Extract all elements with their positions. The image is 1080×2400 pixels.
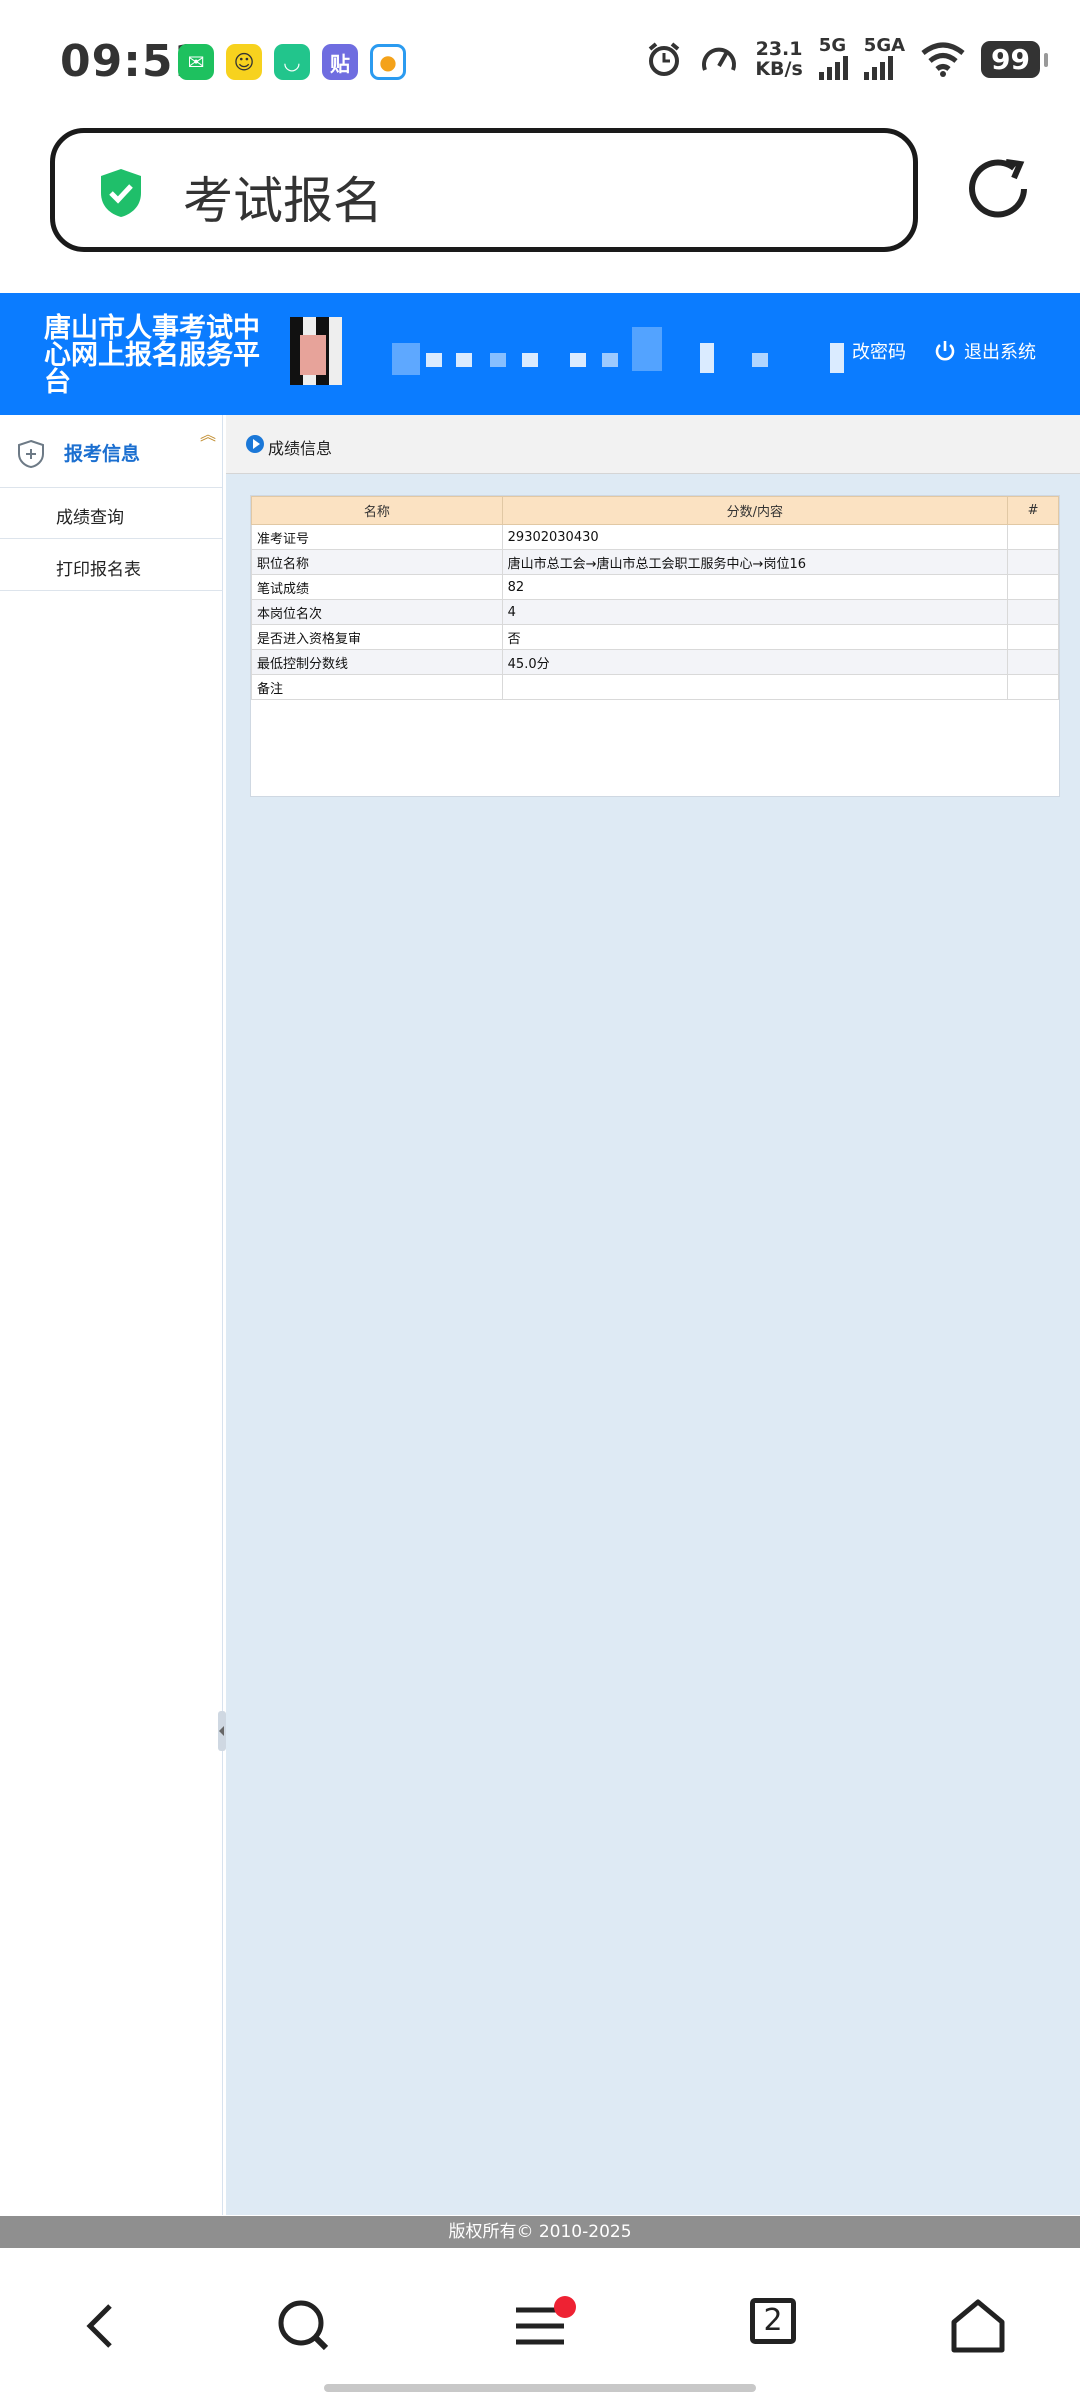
change-password-link[interactable]: 改密码 (852, 338, 906, 364)
search-icon[interactable] (272, 2294, 336, 2358)
row-extra (1007, 624, 1059, 650)
notification-dot (554, 2296, 576, 2318)
reload-icon[interactable] (964, 154, 1034, 224)
score-table-panel: 名称 分数/内容 # 准考证号 29302030430 职位名称 唐山市总工会→唐山… (250, 495, 1060, 797)
home-icon[interactable] (946, 2294, 1010, 2358)
collapse-up-icon[interactable]: ︽ (200, 421, 216, 445)
column-header[interactable]: 名称 (251, 496, 503, 525)
sim1-label: 5G (818, 35, 847, 56)
row-name: 职位名称 (251, 549, 503, 575)
site-header: 唐山市人事考试中心网上报名服务平台 改密码 退出系统 (0, 293, 1080, 415)
sim1-signal: 5G (818, 35, 848, 80)
section-title: 成绩信息 (268, 439, 333, 458)
browser-icon: ● (370, 44, 406, 80)
battery-indicator: 99 (981, 40, 1048, 78)
sidebar-group-exam-info[interactable]: 报考信息 ︽ (0, 415, 222, 488)
row-extra (1007, 674, 1059, 700)
sim2-signal: 5GA (863, 35, 906, 80)
row-value: 唐山市总工会→唐山市总工会职工服务中心→岗位16 (501, 549, 1009, 575)
back-icon[interactable] (70, 2294, 134, 2358)
sidebar-item-score-query[interactable]: 成绩查询 (0, 487, 222, 539)
row-extra (1007, 524, 1059, 550)
signal-bars-icon (863, 56, 893, 80)
logout-button[interactable]: 退出系统 (934, 338, 1036, 364)
row-name: 备注 (251, 674, 503, 700)
avatar (290, 317, 342, 385)
change-password-label: 改密码 (852, 342, 906, 363)
tabs-button[interactable]: 2 (750, 2298, 796, 2344)
sidebar: 报考信息 ︽ 成绩查询 打印报名表 (0, 415, 226, 2215)
row-value: 82 (501, 574, 1009, 600)
notification-icons: ✉ ☺ ◡ 贴 ● (178, 44, 406, 80)
address-bar[interactable]: 考试报名 (50, 128, 918, 252)
logout-label: 退出系统 (964, 342, 1036, 363)
row-extra (1007, 599, 1059, 625)
row-value: 29302030430 (501, 524, 1009, 550)
score-table: 名称 分数/内容 # 准考证号 29302030430 职位名称 唐山市总工会→唐山… (251, 496, 1059, 700)
table-row: 笔试成绩 82 (251, 574, 1059, 600)
content-tab-header: 成绩信息 (226, 415, 1080, 474)
power-icon (935, 341, 955, 361)
gesture-bar (324, 2384, 756, 2392)
sidebar-group-label: 报考信息 (64, 443, 141, 465)
site-title: 唐山市人事考试中心网上报名服务平台 (44, 313, 260, 398)
wifi-icon (921, 42, 965, 77)
net-speed-value: 23.1 (755, 38, 803, 60)
row-name: 最低控制分数线 (251, 649, 503, 675)
main-content: 成绩信息 名称 分数/内容 # 准考证号 29302030430 职位名称 唐山市总… (226, 415, 1080, 2215)
shield-plus-icon (18, 439, 44, 469)
row-extra (1007, 649, 1059, 675)
speedometer-icon (702, 47, 737, 71)
system-indicators: 23.1 KB/s 5G 5GA 99 (645, 35, 1048, 80)
signal-bars-icon (818, 56, 848, 80)
page-title: 考试报名 (183, 172, 383, 230)
table-row: 职位名称 唐山市总工会→唐山市总工会职工服务中心→岗位16 (251, 549, 1059, 575)
play-circle-icon (246, 435, 264, 453)
column-header[interactable]: # (1007, 496, 1059, 525)
alarm-icon (649, 42, 680, 76)
row-value (501, 674, 1009, 700)
site-footer: 版权所有© 2010-2025 (0, 2216, 1080, 2248)
row-value: 4 (501, 599, 1009, 625)
browser-bottom-nav: 2 (0, 2248, 1080, 2400)
table-row: 本岗位名次 4 (251, 599, 1059, 625)
sidebar-toggle-handle[interactable] (218, 1711, 226, 1751)
column-header[interactable]: 分数/内容 (501, 496, 1009, 525)
row-name: 准考证号 (251, 524, 503, 550)
row-name: 是否进入资格复审 (251, 624, 503, 650)
secure-shield-icon (101, 169, 141, 217)
xianyu-icon: ◡ (274, 44, 310, 80)
wechat-icon: ✉ (178, 44, 214, 80)
redacted-username (392, 323, 844, 387)
status-bar: 09:51 ✉ ☺ ◡ 贴 ● 23.1 KB/s 5G 5GA 99 (0, 0, 1080, 120)
net-speed-unit: KB/s (755, 58, 803, 80)
row-extra (1007, 574, 1059, 600)
table-row: 是否进入资格复审否 (251, 624, 1059, 650)
row-name: 本岗位名次 (251, 599, 503, 625)
table-row: 备注 (251, 674, 1059, 700)
sim2-label: 5GA (863, 35, 906, 56)
meituan-icon: ☺ (226, 44, 262, 80)
table-row: 准考证号 29302030430 (251, 524, 1059, 550)
row-value: 否 (501, 624, 1009, 650)
sidebar-item-print-form[interactable]: 打印报名表 (0, 539, 222, 591)
row-extra (1007, 549, 1059, 575)
tieba-icon: 贴 (322, 44, 358, 80)
table-row: 最低控制分数线 45.0分 (251, 649, 1059, 675)
table-header-row: 名称 分数/内容 # (251, 496, 1059, 525)
row-value: 45.0分 (501, 649, 1009, 675)
row-name: 笔试成绩 (251, 574, 503, 600)
network-speed: 23.1 KB/s (755, 39, 802, 79)
